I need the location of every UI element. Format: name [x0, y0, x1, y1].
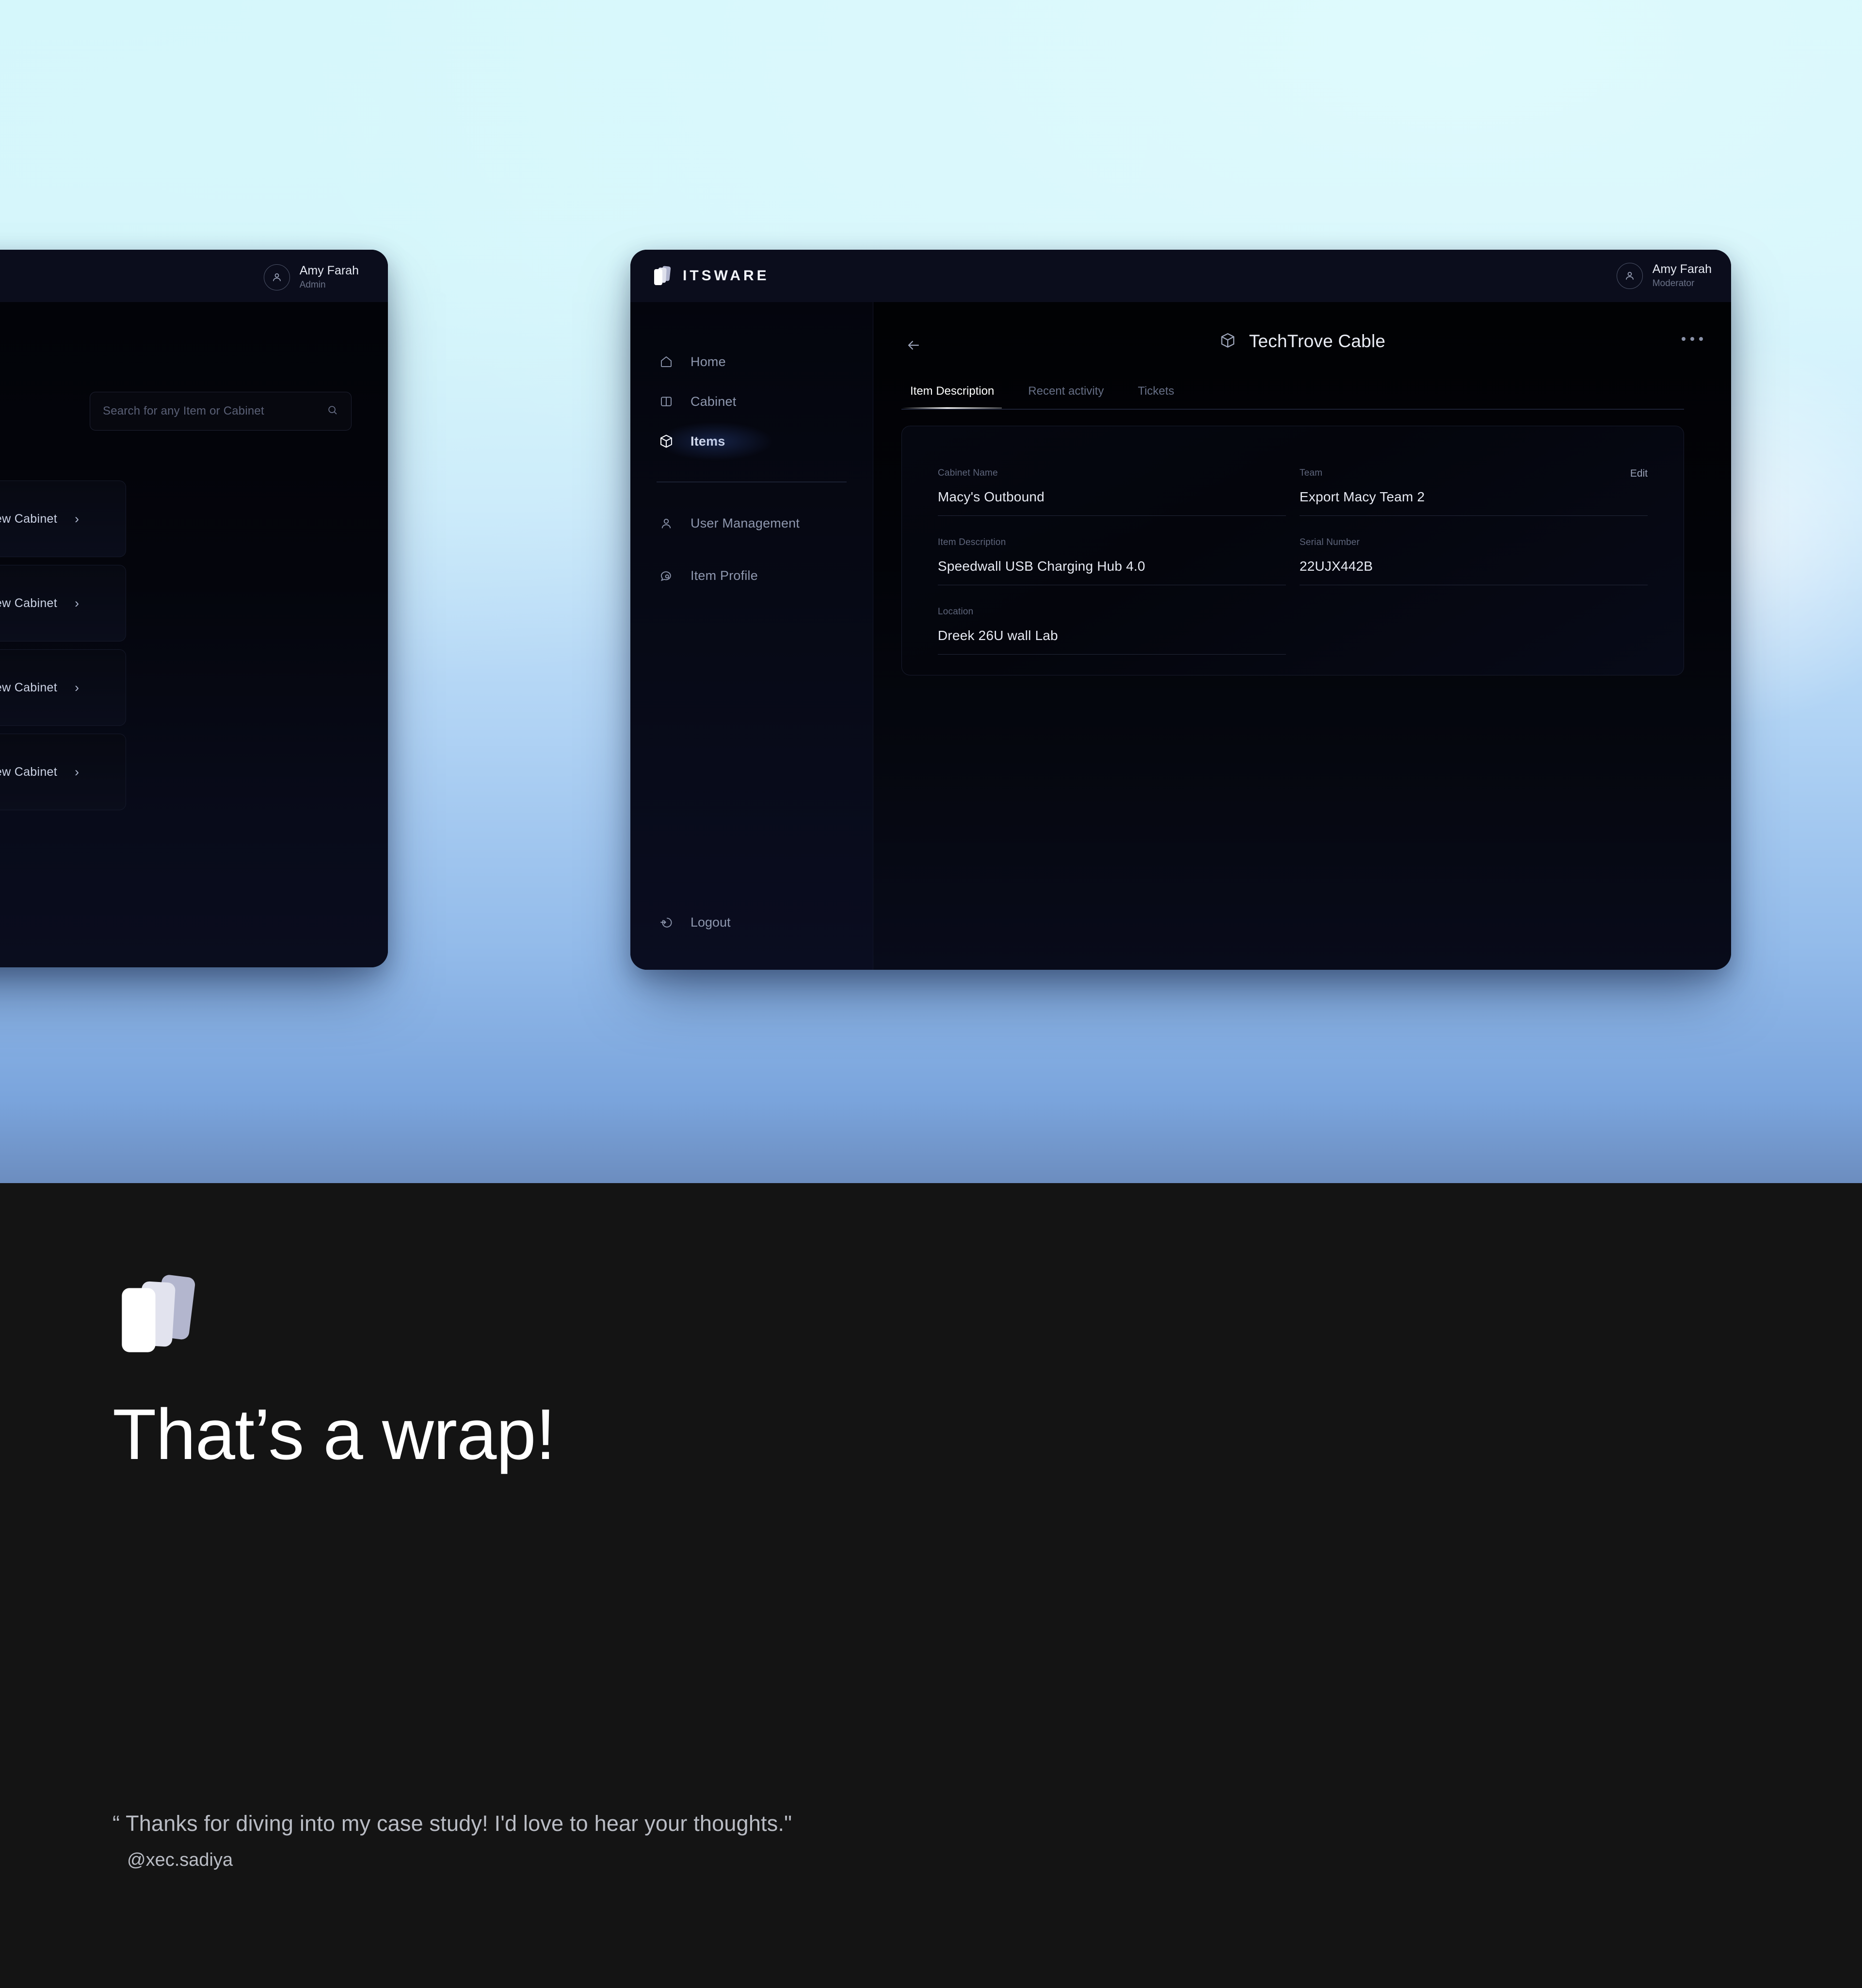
outro-title: That’s a wrap!	[112, 1395, 556, 1475]
left-window-body: Search for any Item or Cabinet View Cabi…	[0, 302, 388, 967]
left-user-name: Amy Farah	[299, 264, 359, 277]
field-item-description: Item Description Speedwall USB Charging …	[938, 537, 1286, 585]
detail-row-1: Cabinet Name Macy's Outbound Team Edit E…	[938, 468, 1648, 537]
outro-section	[0, 1183, 1862, 1988]
outro-quote: “ Thanks for diving into my case study! …	[112, 1811, 792, 1836]
item-detail-grid: Cabinet Name Macy's Outbound Team Edit E…	[938, 468, 1648, 676]
logout-icon	[657, 913, 676, 932]
main-app-window: ITSWARE Amy Farah Moderator Home Cabinet…	[630, 250, 1731, 970]
main-header: TechTrove Cable	[873, 324, 1731, 368]
user-chip[interactable]: Amy Farah Moderator	[1616, 262, 1712, 290]
field-label: Cabinet Name	[938, 468, 998, 478]
field-label: Team	[1300, 468, 1323, 478]
field-team: Team Edit Export Macy Team 2	[1300, 468, 1648, 516]
brand-wordmark: ITSWARE	[683, 268, 770, 284]
left-user-chip[interactable]: Amy Farah Admin	[263, 263, 359, 291]
sidebar-nav: Home Cabinet Items User Management Item …	[630, 342, 873, 596]
sidebar-item-items[interactable]: Items	[630, 415, 873, 468]
search-input[interactable]: Search for any Item or Cabinet	[90, 392, 352, 431]
tab-label: Tickets	[1138, 385, 1174, 398]
main-panel: TechTrove Cable Item Description Recent …	[873, 302, 1731, 970]
app-content: Home Cabinet Items User Management Item …	[630, 302, 1731, 970]
cabinet-row-2[interactable]: View Cabinet ›	[0, 565, 126, 641]
detail-row-3: Location Dreek 26U wall Lab	[938, 607, 1648, 676]
sidebar-item-cabinet[interactable]: Cabinet	[630, 382, 873, 421]
sidebar-item-label: Cabinet	[690, 394, 737, 409]
left-app-window: Amy Farah Admin Search for any Item or C…	[0, 250, 388, 967]
logout-label: Logout	[690, 914, 731, 930]
view-cabinet-label: View Cabinet	[0, 765, 57, 779]
sidebar-divider	[657, 481, 847, 482]
sidebar-item-label: Items	[690, 433, 725, 449]
user-avatar-icon	[1616, 263, 1643, 289]
cabinet-row-3[interactable]: View Cabinet ›	[0, 649, 126, 726]
search-icon	[327, 404, 338, 418]
view-cabinet-label: View Cabinet	[0, 512, 57, 526]
sidebar-item-home[interactable]: Home	[630, 342, 873, 382]
itsware-stacked-cards-logo	[122, 1275, 195, 1352]
sidebar-item-item-profile[interactable]: Item Profile	[630, 556, 873, 596]
sidebar-item-user-management[interactable]: User Management	[630, 504, 873, 544]
page-title-text: TechTrove Cable	[1249, 331, 1386, 351]
tab-underline	[901, 409, 1684, 410]
field-value: Macy's Outbound	[938, 489, 1045, 504]
chevron-right-icon: ›	[75, 680, 79, 695]
user-role: Moderator	[1652, 278, 1695, 289]
itsware-stacked-cards-logo	[654, 266, 671, 285]
detail-row-2: Item Description Speedwall USB Charging …	[938, 537, 1648, 607]
chevron-right-icon: ›	[75, 595, 79, 610]
field-label: Serial Number	[1300, 537, 1360, 547]
page-title: TechTrove Cable	[873, 331, 1731, 352]
left-user-role: Admin	[299, 280, 326, 290]
tab-bar: Item Description Recent activity Tickets	[881, 353, 1684, 425]
chevron-right-icon: ›	[75, 511, 79, 526]
item-profile-search-icon	[657, 566, 676, 586]
sidebar-item-logout[interactable]: Logout	[630, 913, 873, 932]
edit-button[interactable]: Edit	[1630, 468, 1648, 480]
field-serial-number: Serial Number 22UJX442B	[1300, 537, 1648, 585]
user-avatar-icon	[263, 264, 290, 290]
field-value: 22UJX442B	[1300, 559, 1373, 574]
sidebar-item-label: User Management	[690, 516, 800, 531]
cube-box-icon	[657, 432, 676, 451]
field-value: Export Macy Team 2	[1300, 489, 1425, 504]
user-icon	[657, 514, 676, 533]
user-name: Amy Farah	[1652, 262, 1712, 276]
tab-recent-activity[interactable]: Recent activity	[1028, 385, 1104, 409]
hero-gradient-section: Amy Farah Admin Search for any Item or C…	[0, 0, 1862, 1183]
cube-box-icon	[1219, 332, 1236, 352]
app-topbar: ITSWARE Amy Farah Moderator	[630, 250, 1731, 302]
view-cabinet-label: View Cabinet	[0, 680, 57, 694]
tab-label: Recent activity	[1028, 385, 1104, 398]
outro-handle: @xec.sadiya	[127, 1850, 233, 1870]
tab-item-description[interactable]: Item Description	[881, 353, 1024, 425]
sidebar: Home Cabinet Items User Management Item …	[630, 302, 873, 970]
field-value: Speedwall USB Charging Hub 4.0	[938, 559, 1145, 574]
view-cabinet-label: View Cabinet	[0, 596, 57, 610]
more-horizontal-icon[interactable]	[1682, 337, 1703, 341]
search-placeholder: Search for any Item or Cabinet	[103, 404, 264, 417]
field-label: Location	[938, 607, 974, 617]
cabinet-row-4[interactable]: View Cabinet ›	[0, 734, 126, 810]
brand-logo[interactable]: ITSWARE	[653, 265, 770, 287]
sidebar-item-label: Home	[690, 354, 726, 369]
cabinet-panel-icon	[657, 392, 676, 411]
outro-logo	[114, 1273, 206, 1355]
sidebar-item-label: Item Profile	[690, 568, 758, 583]
field-cabinet-name: Cabinet Name Macy's Outbound	[938, 468, 1286, 516]
left-window-topbar: Amy Farah Admin	[0, 250, 388, 302]
field-location: Location Dreek 26U wall Lab	[938, 607, 1286, 655]
cabinet-row-1[interactable]: View Cabinet ›	[0, 481, 126, 557]
chevron-right-icon: ›	[75, 764, 79, 779]
home-icon	[657, 352, 676, 371]
field-label: Item Description	[938, 537, 1006, 547]
tab-label: Item Description	[910, 385, 995, 398]
field-value: Dreek 26U wall Lab	[938, 628, 1058, 643]
tab-tickets[interactable]: Tickets	[1138, 385, 1174, 409]
item-detail-card: Cabinet Name Macy's Outbound Team Edit E…	[901, 426, 1684, 675]
field-empty-slot	[1300, 607, 1648, 655]
